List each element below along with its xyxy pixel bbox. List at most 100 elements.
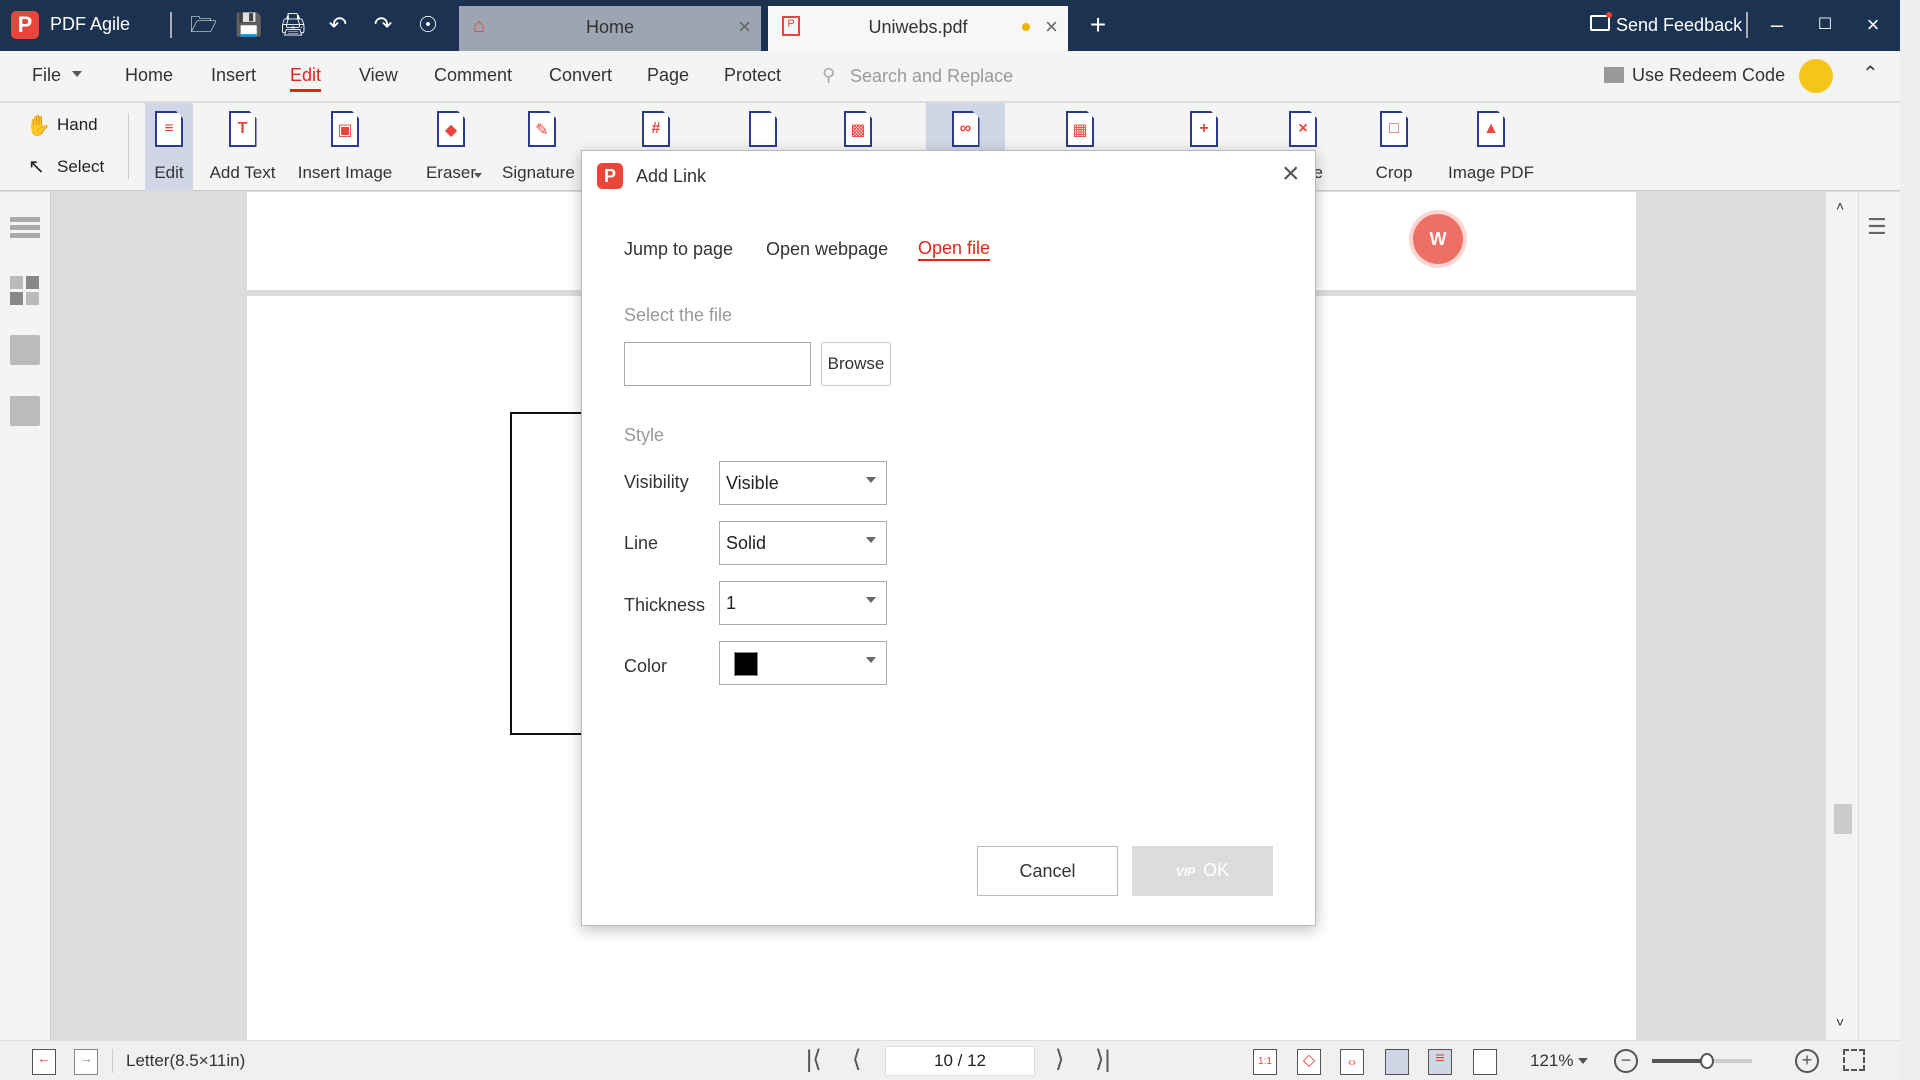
fit-width-icon[interactable]: ‹› <box>1340 1049 1364 1075</box>
color-swatch <box>734 652 758 676</box>
tool-label: Image PDF <box>1448 163 1534 182</box>
new-tab-plus-icon[interactable]: + <box>1085 11 1111 39</box>
tab-home[interactable]: ⌂ Home × <box>459 6 761 51</box>
page-size-icon <box>745 111 781 147</box>
vertical-scrollbar[interactable]: ˄ ˅ <box>1826 192 1858 1040</box>
thickness-label: Thickness <box>624 595 706 615</box>
title-bar: P PDF Agile 🗁 💾 🖨 ↶ ↷ ☉ ⌂ Home × P Uniwe… <box>0 0 1920 51</box>
maximize-icon[interactable]: ☐ <box>1812 12 1838 38</box>
previous-page-icon[interactable]: ⟨ <box>852 1045 861 1074</box>
tab-open-webpage[interactable]: Open webpage <box>766 239 888 260</box>
first-page-icon[interactable]: |⟨ <box>806 1045 822 1074</box>
ok-button[interactable]: VIP OK <box>1132 846 1273 896</box>
color-select[interactable] <box>719 641 887 685</box>
close-window-icon[interactable]: × <box>1860 12 1886 38</box>
undo-icon[interactable]: ↶ <box>325 12 351 38</box>
thickness-select[interactable]: 1 <box>719 581 887 625</box>
next-view-icon[interactable]: → <box>74 1049 98 1075</box>
zoom-level-dropdown[interactable]: 121% <box>1530 1051 1573 1071</box>
search-replace-input[interactable]: Search and Replace <box>850 66 1013 87</box>
vip-badge: VIP <box>1175 865 1196 879</box>
scroll-down-icon[interactable]: ˅ <box>1836 1014 1844 1030</box>
left-sidebar <box>0 192 51 1040</box>
tool-label: Signature <box>502 163 575 182</box>
tool-label: Add Text <box>209 163 276 182</box>
open-folder-icon[interactable]: 🗁 <box>190 12 217 38</box>
dialog-close-icon[interactable]: × <box>1282 157 1300 191</box>
tool-edit[interactable]: ≡ Edit <box>145 103 193 191</box>
tab-open-file[interactable]: Open file <box>918 238 991 261</box>
tool-image-pdf[interactable]: ▲ Image PDF <box>1446 103 1536 191</box>
menu-insert[interactable]: Insert <box>211 65 256 86</box>
select-tool-button[interactable]: Select <box>57 157 104 177</box>
menu-page[interactable]: Page <box>647 65 689 86</box>
eraser-dropdown-caret-icon[interactable] <box>474 173 482 178</box>
tab-jump-to-page[interactable]: Jump to page <box>624 239 733 260</box>
fit-page-icon[interactable]: ◇ <box>1297 1049 1321 1075</box>
scroll-thumb[interactable] <box>1834 804 1852 834</box>
thumbnails-icon[interactable] <box>10 276 40 306</box>
properties-sliders-icon[interactable]: ☰ <box>1867 214 1887 240</box>
zoom-dropdown-caret-icon[interactable] <box>1578 1058 1588 1064</box>
insert-page-icon: + <box>1186 111 1222 147</box>
fullscreen-icon[interactable] <box>1843 1049 1865 1071</box>
send-feedback-button[interactable]: Send Feedback <box>1616 15 1742 36</box>
search-panel-icon[interactable] <box>10 396 40 426</box>
continuous-view-icon[interactable]: ≡ <box>1428 1049 1452 1075</box>
unsaved-dot <box>1022 23 1030 31</box>
tool-label: Insert Image <box>297 163 393 182</box>
two-page-view-icon[interactable] <box>1473 1049 1497 1075</box>
menu-edit[interactable]: Edit <box>290 65 322 92</box>
menu-comment[interactable]: Comment <box>434 65 512 86</box>
menu-protect[interactable]: Protect <box>724 65 781 86</box>
zoom-slider-fill <box>1652 1059 1707 1063</box>
cancel-button[interactable]: Cancel <box>977 846 1118 896</box>
annotations-icon[interactable] <box>10 335 40 365</box>
browse-button[interactable]: Browse <box>821 342 891 386</box>
image-icon: ▣ <box>327 111 363 147</box>
actual-size-icon[interactable]: 1:1 <box>1253 1049 1277 1075</box>
convert-to-word-icon[interactable]: W <box>1413 214 1463 264</box>
menu-file[interactable]: File <box>32 65 61 86</box>
page-number-input[interactable]: 10 / 12 <box>885 1046 1035 1076</box>
line-label: Line <box>624 533 659 553</box>
print-icon[interactable]: 🖨 <box>279 12 307 38</box>
tool-add-text[interactable]: T Add Text <box>205 103 280 191</box>
zoom-out-icon[interactable]: − <box>1614 1049 1638 1073</box>
save-icon[interactable]: 💾 <box>235 12 262 38</box>
organize-icon: ▦ <box>1062 111 1098 147</box>
redo-icon[interactable]: ↷ <box>370 12 396 38</box>
visibility-select[interactable]: Visible <box>719 461 887 505</box>
file-path-input[interactable] <box>624 342 811 386</box>
zoom-slider-thumb[interactable] <box>1700 1053 1714 1069</box>
close-tab-icon[interactable]: × <box>1045 14 1058 40</box>
eraser-icon: ◆ <box>433 111 469 147</box>
line-style-select[interactable]: Solid <box>719 521 887 565</box>
collapse-ribbon-icon[interactable]: ⌃ <box>1862 61 1879 86</box>
divider <box>128 113 129 179</box>
tool-insert-image[interactable]: ▣ Insert Image <box>295 103 395 191</box>
zoom-in-icon[interactable]: + <box>1795 1049 1819 1073</box>
minimize-icon[interactable]: – <box>1764 12 1790 38</box>
previous-view-icon[interactable]: ← <box>32 1049 56 1075</box>
divider <box>112 1049 113 1073</box>
file-dropdown-caret-icon[interactable] <box>72 71 82 77</box>
single-page-view-icon[interactable] <box>1385 1049 1409 1075</box>
tool-crop[interactable]: □ Crop <box>1370 103 1418 191</box>
window-edge <box>1900 0 1920 1080</box>
tool-signature[interactable]: ✎ Signature <box>502 103 582 191</box>
close-tab-icon[interactable]: × <box>738 14 751 40</box>
tab-document[interactable]: P Uniwebs.pdf × <box>768 6 1068 51</box>
zoom-slider-track[interactable] <box>1652 1053 1752 1069</box>
menu-home[interactable]: Home <box>125 65 173 86</box>
hand-tool-button[interactable]: Hand <box>57 115 98 135</box>
menu-convert[interactable]: Convert <box>549 65 612 86</box>
redeem-code-button[interactable]: Use Redeem Code <box>1632 65 1785 86</box>
home-circle-icon[interactable]: ☉ <box>415 12 441 38</box>
outline-list-icon[interactable] <box>10 214 40 244</box>
user-avatar[interactable] <box>1799 59 1833 93</box>
scroll-up-icon[interactable]: ˄ <box>1836 198 1844 214</box>
menu-view[interactable]: View <box>359 65 398 86</box>
next-page-icon[interactable]: ⟩ <box>1055 1045 1064 1074</box>
last-page-icon[interactable]: ⟩| <box>1095 1045 1111 1074</box>
